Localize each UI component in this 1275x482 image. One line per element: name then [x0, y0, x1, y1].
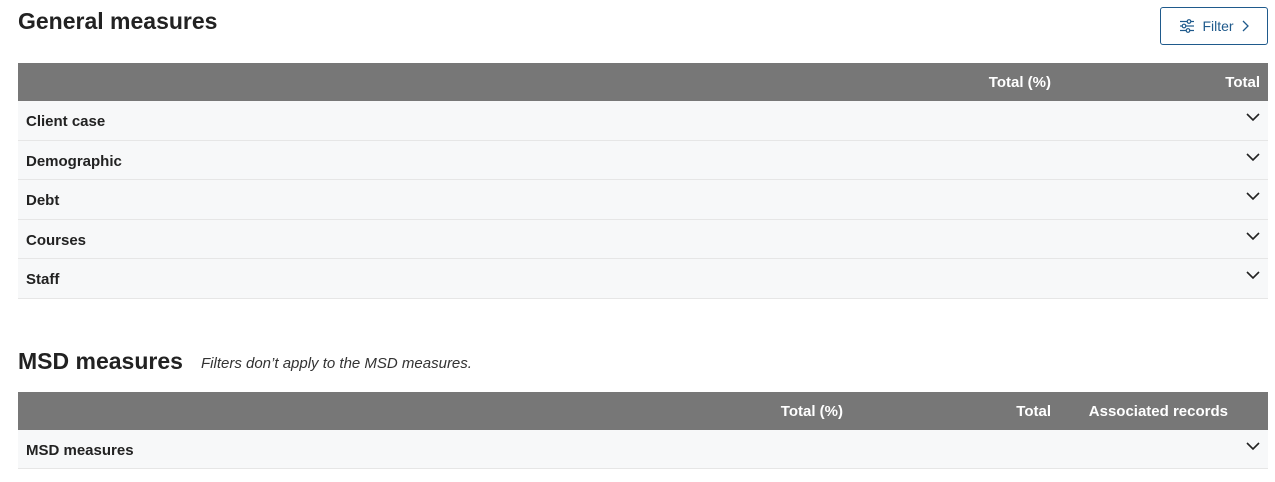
accordion-row-debt[interactable]: Debt	[18, 180, 1268, 220]
chevron-right-icon	[1241, 20, 1249, 32]
general-measures-section: General measures Filter Total (%) Total …	[18, 0, 1268, 299]
accordion-row-client-case[interactable]: Client case	[18, 101, 1268, 141]
general-measures-header: General measures Filter	[18, 0, 1268, 63]
row-label: Staff	[26, 271, 60, 289]
row-label: MSD measures	[26, 442, 134, 459]
column-header-total-pct: Total (%)	[988, 74, 1051, 91]
row-label: Client case	[26, 113, 106, 130]
accordion-row-courses[interactable]: Courses	[18, 219, 1268, 260]
msd-measures-section: MSD measures Filters don’t apply to the …	[18, 340, 1268, 469]
general-table-header: Total (%) Total	[18, 63, 1268, 101]
msd-filter-note: Filters don’t apply to the MSD measures.	[201, 355, 472, 372]
sliders-icon	[1179, 19, 1195, 33]
column-header-associated-records: Associated records	[1088, 403, 1228, 420]
general-measures-title: General measures	[18, 8, 218, 34]
column-header-total: Total	[1225, 74, 1260, 91]
row-label: Debt	[26, 192, 60, 210]
msd-measures-header: MSD measures Filters don’t apply to the …	[18, 340, 1268, 392]
msd-measures-title: MSD measures	[18, 348, 183, 374]
chevron-down-icon[interactable]	[1246, 191, 1260, 201]
chevron-down-icon[interactable]	[1246, 231, 1260, 241]
column-header-total: Total	[1016, 403, 1051, 420]
accordion-row-msd-measures[interactable]: MSD measures	[18, 430, 1268, 469]
chevron-down-icon[interactable]	[1246, 112, 1260, 122]
accordion-row-demographic[interactable]: Demographic	[18, 140, 1268, 181]
accordion-row-staff[interactable]: Staff	[18, 259, 1268, 299]
chevron-down-icon[interactable]	[1246, 270, 1260, 280]
column-header-total-pct: Total (%)	[780, 403, 843, 420]
filter-button[interactable]: Filter	[1160, 7, 1268, 45]
chevron-down-icon[interactable]	[1246, 152, 1260, 162]
row-label: Demographic	[26, 152, 122, 170]
chevron-down-icon[interactable]	[1246, 441, 1260, 451]
row-label: Courses	[26, 231, 87, 249]
filter-button-label: Filter	[1202, 18, 1234, 34]
msd-table-header: Total (%) Total Associated records	[18, 392, 1268, 430]
